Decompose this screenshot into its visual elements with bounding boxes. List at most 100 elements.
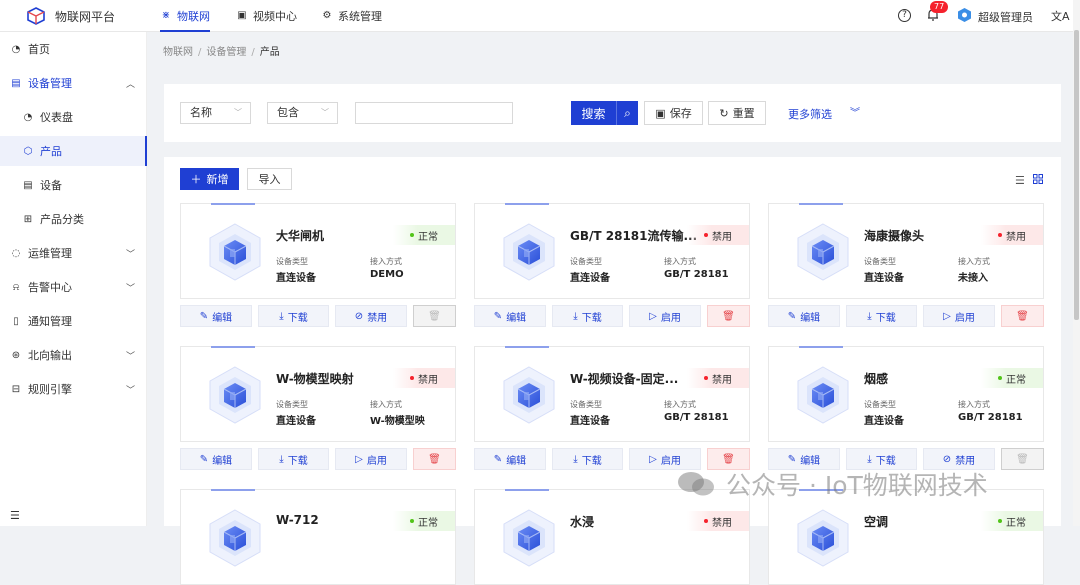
chevron-down-icon: ﹀ [125,250,135,260]
play-icon: ▷ [649,453,657,465]
trash-icon: 🗑 [722,310,735,322]
card-accent [211,489,255,491]
card-accent [211,203,255,205]
more-filter-link[interactable]: 更多筛选 [788,106,832,122]
search-button[interactable]: 搜索 ⌕ [571,101,638,125]
scrollbar[interactable] [1073,0,1080,526]
add-button[interactable]: ＋新增 [180,168,239,190]
disable-button[interactable]: ⊘ 禁用 [335,305,407,327]
access-mode-label: 接入方式 [958,257,990,266]
sidebar-item-rule[interactable]: ⊟ 规则引擎 ﹀ [0,374,147,404]
edit-button[interactable]: ✎ 编辑 [474,448,546,470]
product-card-body[interactable]: 空调 正常 [768,489,1044,585]
status-badge: 正常 [981,368,1043,388]
field-select[interactable]: 名称 ﹀ [180,102,251,124]
product-card-body[interactable]: 大华闸机 正常 设备类型 接入方式 直连设备 DEMO [180,203,456,299]
status-badge: 禁用 [687,368,749,388]
breadcrumb-device-manage[interactable]: 设备管理 [206,47,246,58]
sidebar-item-device[interactable]: ▤ 设备 [0,170,147,200]
edit-icon: ✎ [493,310,503,322]
download-button[interactable]: ⤓ 下载 [258,305,329,327]
download-button[interactable]: ⤓ 下载 [258,448,329,470]
product-card-body[interactable]: GB/T 28181流传输... 禁用 设备类型 接入方式 直连设备 GB/T 28181 [474,203,750,299]
enable-button[interactable]: ▷ 启用 [629,305,701,327]
chevron-down-icon: ﹀ [125,352,135,362]
import-button[interactable]: 导入 [247,168,292,190]
grid-view-icon[interactable] [1033,174,1043,184]
edit-icon: ✎ [199,310,209,322]
tab-system[interactable]: ⚙ 系统管理 [321,8,382,24]
product-card-body[interactable]: W-视频设备-固定... 禁用 设备类型 接入方式 直连设备 GB/T 28181 [474,346,750,442]
product-cube-icon [503,366,555,424]
operator-select[interactable]: 包含 ﹀ [267,102,338,124]
sidebar-item-dashboard[interactable]: ◔ 仪表盘 [0,102,147,132]
reset-button[interactable]: ↻ 重置 [708,101,766,125]
download-button[interactable]: ⤓ 下载 [552,448,623,470]
enable-button[interactable]: ▷ 启用 [923,305,995,327]
edit-button[interactable]: ✎ 编辑 [768,305,840,327]
list-view-icon[interactable]: ☰ [1015,174,1025,187]
sidebar-item-home[interactable]: ◔ 首页 [0,34,147,64]
product-name: 水浸 [570,515,595,529]
tab-iot[interactable]: ⋇ 物联网 [160,8,210,32]
status-dot [704,519,708,523]
device-type-label: 设备类型 [276,400,308,409]
sidebar-item-output[interactable]: ⊛ 北向输出 ﹀ [0,340,147,370]
edit-icon: ✎ [787,453,797,465]
edit-button[interactable]: ✎ 编辑 [180,448,252,470]
avatar-icon[interactable] [957,7,972,23]
access-mode-label: 接入方式 [370,257,402,266]
tab-video[interactable]: ▣ 视频中心 [236,8,297,24]
delete-button[interactable]: 🗑 [1001,305,1044,327]
product-card-body[interactable]: 水浸 禁用 [474,489,750,585]
chevron-down-icon: ﹀ [125,284,135,294]
plus-icon: ＋ [190,173,202,186]
product-cube-icon [503,223,555,281]
translate-icon[interactable]: 文A [1051,8,1070,24]
collapse-menu-icon[interactable]: ☰ [10,509,20,522]
sidebar-item-ops[interactable]: ◌ 运维管理 ﹀ [0,238,147,268]
product-card-body[interactable]: W-712 正常 [180,489,456,585]
status-badge: 正常 [981,511,1043,531]
sidebar-item-category[interactable]: ⊞ 产品分类 [0,204,147,234]
product-card-body[interactable]: 烟感 正常 设备类型 接入方式 直连设备 GB/T 28181 [768,346,1044,442]
download-icon: ⤓ [867,453,872,465]
delete-button[interactable]: 🗑 [707,305,750,327]
rule-icon: ⊟ [11,383,21,395]
device-type-label: 设备类型 [276,257,308,266]
enable-button[interactable]: ▷ 启用 [335,448,407,470]
status-dot [704,376,708,380]
double-chevron-down-icon[interactable]: ︾ [850,104,860,119]
device-type-value: 直连设备 [864,273,904,284]
help-icon[interactable]: ? [898,9,911,22]
product-name: W-712 [276,513,319,527]
sidebar-item-product[interactable]: ⬡ 产品 [0,136,147,166]
search-icon: ⌕ [616,101,638,125]
product-card-body[interactable]: W-物模型映射 禁用 设备类型 接入方式 直连设备 W-物模型映 [180,346,456,442]
status-badge: 正常 [393,511,455,531]
delete-button[interactable]: 🗑 [413,448,456,470]
search-input[interactable] [355,102,513,124]
device-manage-icon: ▤ [11,77,21,89]
notice-icon: ▯ [13,315,19,327]
status-dot [704,233,708,237]
sidebar-item-device-manage[interactable]: ▤ 设备管理 ︿ [0,68,147,98]
sidebar-item-alarm[interactable]: ⍾ 告警中心 ﹀ [0,272,147,302]
product-cube-icon [209,223,261,281]
access-mode-value: GB/T 28181 [664,412,729,423]
device-type-value: 直连设备 [276,416,316,427]
edit-button[interactable]: ✎ 编辑 [180,305,252,327]
sidebar: ◔ 首页 ▤ 设备管理 ︿ ◔ 仪表盘 ⬡ 产品 ▤ 设备 ⊞ 产品分类 ◌ 运维管理 ﹀ ⍾ 告警… [0,32,147,526]
product-card-body[interactable]: 海康摄像头 禁用 设备类型 接入方式 直连设备 未接入 [768,203,1044,299]
sidebar-item-notice[interactable]: ▯ 通知管理 [0,306,147,336]
access-mode-value: GB/T 28181 [958,412,1023,423]
delete-button: 🗑 [1001,448,1044,470]
download-button[interactable]: ⤓ 下载 [552,305,623,327]
reset-icon: ↻ [719,106,729,120]
save-button[interactable]: ▣ 保存 [644,101,703,125]
breadcrumb-iot[interactable]: 物联网 [163,47,193,58]
wechat-icon [678,472,714,496]
edit-button[interactable]: ✎ 编辑 [474,305,546,327]
user-name[interactable]: 超级管理员 [978,9,1033,25]
download-button[interactable]: ⤓ 下载 [846,305,917,327]
